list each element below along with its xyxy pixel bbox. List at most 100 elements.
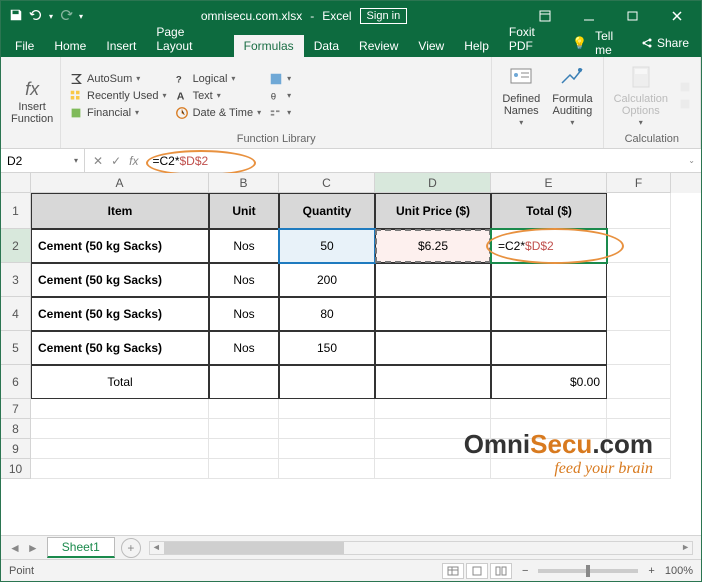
cell[interactable] (607, 193, 671, 229)
cell[interactable] (491, 439, 607, 459)
tab-help[interactable]: Help (454, 35, 499, 57)
cell[interactable] (209, 365, 279, 399)
undo-icon[interactable] (29, 8, 43, 25)
row-header[interactable]: 9 (1, 439, 31, 459)
cell[interactable] (607, 439, 671, 459)
cell[interactable]: Cement (50 kg Sacks) (31, 263, 209, 297)
close-icon[interactable] (657, 2, 697, 30)
cell[interactable] (375, 331, 491, 365)
tab-review[interactable]: Review (349, 35, 408, 57)
zoom-in-icon[interactable]: + (648, 565, 654, 577)
sheet-tab[interactable]: Sheet1 (47, 537, 115, 558)
tab-page-layout[interactable]: Page Layout (146, 21, 233, 57)
share-button[interactable]: Share (641, 36, 689, 50)
cell[interactable]: 200 (279, 263, 375, 297)
more-functions-button[interactable]: ▾ (267, 105, 293, 121)
tell-me-icon[interactable]: 💡 (572, 36, 587, 50)
cell[interactable] (31, 399, 209, 419)
cell[interactable] (607, 263, 671, 297)
cell[interactable]: 150 (279, 331, 375, 365)
cell-c2[interactable]: 50 (279, 229, 375, 263)
cell[interactable]: Cement (50 kg Sacks) (31, 331, 209, 365)
tab-home[interactable]: Home (44, 35, 96, 57)
cell[interactable]: Nos (209, 297, 279, 331)
cell[interactable] (491, 263, 607, 297)
cell[interactable] (607, 297, 671, 331)
tell-me-label[interactable]: Tell me (595, 29, 633, 57)
cell[interactable] (607, 419, 671, 439)
col-header[interactable]: E (491, 173, 607, 193)
undo-dropdown-icon[interactable]: ▾ (49, 12, 53, 21)
save-icon[interactable] (9, 8, 23, 25)
cell[interactable]: Nos (209, 331, 279, 365)
date-time-button[interactable]: Date & Time▾ (173, 105, 264, 121)
formula-auditing-button[interactable]: Formula Auditing▾ (548, 59, 596, 132)
horizontal-scrollbar[interactable]: ◄► (149, 541, 693, 555)
row-header[interactable]: 2 (1, 229, 31, 263)
autosum-button[interactable]: AutoSum▾ (67, 71, 169, 87)
col-header[interactable]: A (31, 173, 209, 193)
sign-in-button[interactable]: Sign in (360, 8, 408, 24)
cell[interactable] (279, 365, 375, 399)
cell[interactable]: 80 (279, 297, 375, 331)
defined-names-button[interactable]: Defined Names▾ (498, 59, 544, 132)
cell[interactable] (607, 399, 671, 419)
header-cell[interactable]: Unit Price ($) (375, 193, 491, 229)
row-header[interactable]: 8 (1, 419, 31, 439)
zoom-level[interactable]: 100% (665, 565, 693, 577)
cell[interactable] (491, 297, 607, 331)
formula-bar-expand-icon[interactable]: ⌄ (682, 156, 701, 165)
cancel-icon[interactable]: ✕ (93, 154, 103, 168)
zoom-out-icon[interactable]: − (522, 565, 528, 577)
math-button[interactable]: θ▾ (267, 88, 293, 104)
header-cell[interactable]: Total ($) (491, 193, 607, 229)
cell[interactable] (31, 459, 209, 479)
cell[interactable] (607, 365, 671, 399)
cell[interactable] (375, 459, 491, 479)
cell-d2[interactable]: $6.25 (375, 229, 491, 263)
cell[interactable] (279, 459, 375, 479)
cell[interactable]: Cement (50 kg Sacks) (31, 297, 209, 331)
row-header[interactable]: 7 (1, 399, 31, 419)
cell[interactable] (279, 419, 375, 439)
tab-insert[interactable]: Insert (96, 35, 146, 57)
calc-sheet-button[interactable] (676, 96, 694, 112)
cell[interactable] (491, 331, 607, 365)
recently-used-button[interactable]: Recently Used▾ (67, 88, 169, 104)
fx-icon[interactable]: fx (129, 154, 138, 168)
cell[interactable] (491, 419, 607, 439)
cell[interactable] (375, 365, 491, 399)
tab-foxit[interactable]: Foxit PDF (499, 21, 572, 57)
maximize-icon[interactable] (613, 2, 653, 30)
zoom-slider[interactable] (538, 569, 638, 573)
total-label-cell[interactable]: Total (31, 365, 209, 399)
cell[interactable] (279, 439, 375, 459)
cell[interactable] (491, 399, 607, 419)
cell[interactable] (375, 297, 491, 331)
total-value-cell[interactable]: $0.00 (491, 365, 607, 399)
row-header[interactable]: 5 (1, 331, 31, 365)
select-all-corner[interactable] (1, 173, 31, 193)
cell[interactable] (375, 399, 491, 419)
sheet-nav-prev-icon[interactable]: ◄ (9, 541, 21, 555)
cell[interactable] (279, 399, 375, 419)
cell[interactable]: Nos (209, 229, 279, 263)
logical-button[interactable]: ?Logical▾ (173, 71, 264, 87)
cell[interactable] (209, 399, 279, 419)
view-page-break-icon[interactable] (490, 563, 512, 579)
minimize-icon[interactable] (569, 2, 609, 30)
cell[interactable] (607, 229, 671, 263)
cell[interactable] (209, 439, 279, 459)
row-header[interactable]: 10 (1, 459, 31, 479)
header-cell[interactable]: Quantity (279, 193, 375, 229)
insert-function-button[interactable]: fx Insert Function (7, 59, 57, 146)
tab-file[interactable]: File (5, 35, 44, 57)
cell[interactable] (375, 263, 491, 297)
new-sheet-button[interactable]: + (121, 538, 141, 558)
cell[interactable] (31, 419, 209, 439)
tab-view[interactable]: View (408, 35, 454, 57)
tab-data[interactable]: Data (304, 35, 349, 57)
row-header[interactable]: 1 (1, 193, 31, 229)
cell[interactable] (31, 439, 209, 459)
col-header[interactable]: B (209, 173, 279, 193)
